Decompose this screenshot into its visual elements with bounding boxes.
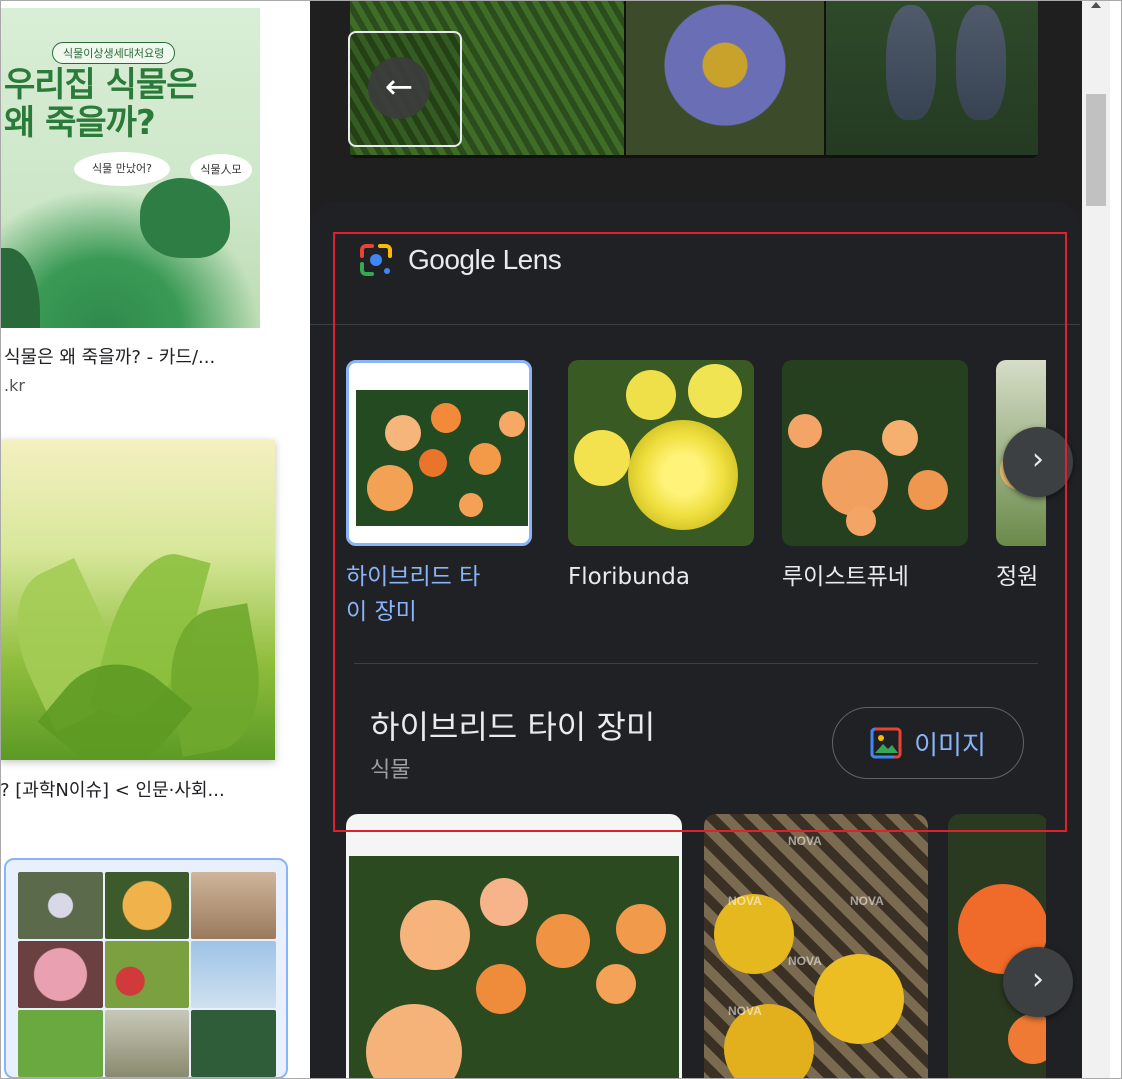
chevron-right-icon: › [1032,442,1044,477]
lens-title: Google Lens [408,244,562,275]
scroll-up-arrow-icon[interactable] [1091,2,1101,8]
entity-carousel: 하이브리드 타 이 장미 Floribunda 루이스트퓨네 정원 [346,360,1046,630]
lens-panel: ← Google Lens 하이브리드 타 이 장미 Floribunda 루이… [310,0,1082,1079]
page-scrollbar[interactable] [1082,0,1110,1079]
lens-header: Google Lens [358,242,562,278]
gallery-image[interactable] [346,814,682,1079]
entity-type: 식물 [370,758,411,783]
result-image-plants-card[interactable]: 식물이상생세대처요령 우리집 식물은 왜 죽을까? 식물 만났어? 식물人모 [0,8,260,328]
image-icon [870,727,902,759]
result-image-plant-collage[interactable] [4,858,288,1079]
cones-image [826,0,1038,155]
results-column: 식물이상생세대처요령 우리집 식물은 왜 죽을까? 식물 만났어? 식물人모 식… [0,0,310,1079]
gallery-next-button[interactable]: › [1003,947,1073,1017]
entity-name: 하이브리드 타이 장미 [370,708,656,746]
image-gallery: NOVA NOVA NOVA NOVA NOVA [346,814,1046,1079]
divider [354,663,1038,664]
card-title: 우리집 식물은 왜 죽을까? [4,65,198,143]
carousel-label: 루이스트퓨네 [782,564,909,590]
card-tag: 식물이상생세대처요령 [52,42,176,64]
carousel-label: Floribunda [568,564,690,590]
scroll-thumb[interactable] [1086,94,1106,206]
images-button-label: 이미지 [914,730,986,761]
lens-card: Google Lens 하이브리드 타 이 장미 Floribunda 루이스트… [310,202,1080,1079]
carousel-item-floribunda[interactable]: Floribunda [568,360,756,595]
result-image-tea-leaves[interactable] [0,440,275,760]
google-lens-icon [358,242,394,278]
carousel-label: 정원 [996,564,1039,590]
result-caption[interactable]: ? [과학N이슈] < 인문·사회... [0,776,225,802]
speech-bubble: 식물 만났어? [74,152,170,186]
result-caption[interactable]: 식물은 왜 죽을까? - 카드/... [4,343,215,369]
aster-image [626,0,824,155]
carousel-next-button[interactable]: › [1003,427,1073,497]
carousel-item-louis-tanne[interactable]: 루이스트퓨네 [782,360,970,595]
carousel-image [568,360,754,546]
collage-grid [18,872,276,1077]
carousel-image [782,360,968,546]
carousel-image [346,360,532,546]
gallery-image[interactable]: NOVA NOVA NOVA NOVA NOVA [704,814,928,1079]
carousel-item-hybrid-tea-rose[interactable]: 하이브리드 타 이 장미 [346,360,534,630]
carousel-label: 하이브리드 타 이 장미 [346,564,481,625]
chevron-right-icon: › [1032,962,1044,997]
images-button[interactable]: 이미지 [832,707,1024,779]
back-button[interactable]: ← [348,31,462,147]
result-domain: .kr [4,376,25,395]
divider [310,324,1080,325]
arrow-left-icon: ← [368,57,430,119]
